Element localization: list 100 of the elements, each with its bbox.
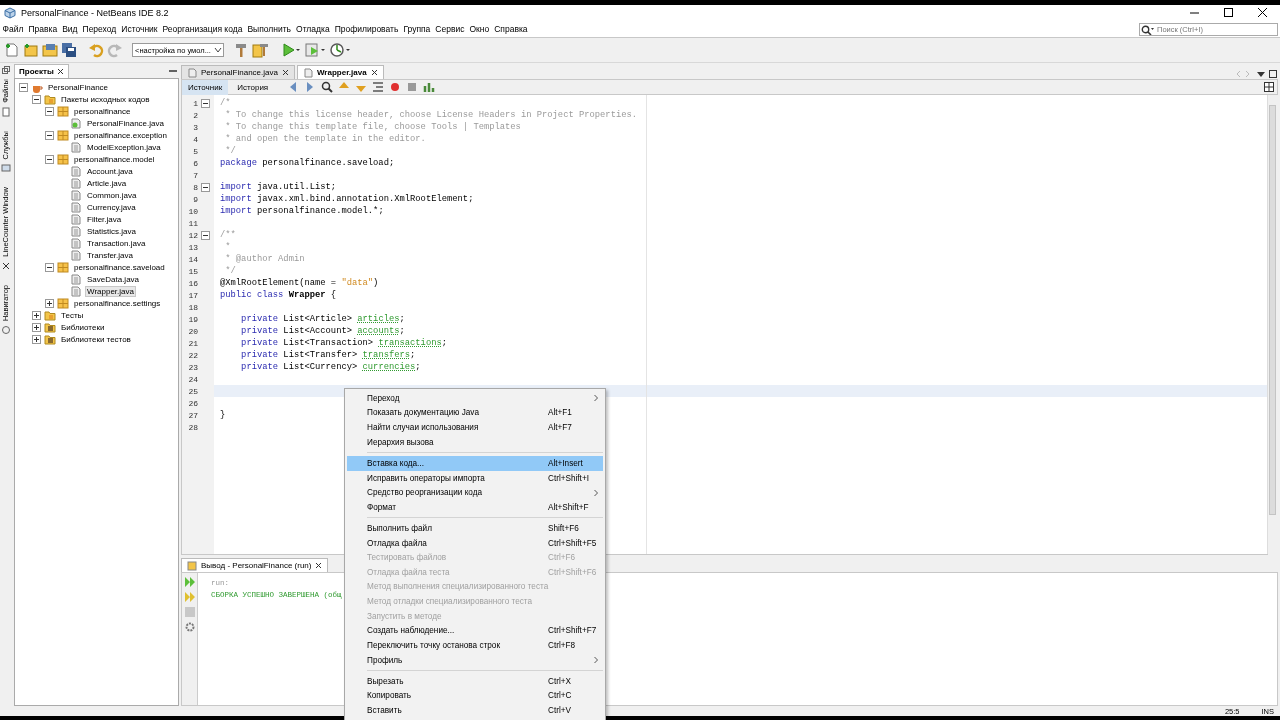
tree-item[interactable]: Transaction.java [85,237,148,249]
editor-tab[interactable]: PersonalFinance.java [181,65,295,79]
menu-item[interactable]: Вставка кода... Alt+Insert [347,456,603,471]
collapse-icon[interactable] [200,98,210,108]
clean-build-icon[interactable] [252,42,270,58]
view-tab[interactable]: История [231,79,275,95]
panel-tab[interactable]: Проекты [14,64,69,78]
menu-item[interactable]: Справка [491,24,531,34]
menu-item[interactable]: Файл [0,24,26,34]
tree-item[interactable]: Transfer.java [85,249,135,261]
tree-item[interactable]: personalfinance.exception [72,129,169,141]
close-icon[interactable] [315,562,323,569]
menu-item[interactable]: Показать документацию Java Alt+F1 [347,405,603,421]
tree-item[interactable]: personalfinance [72,105,133,117]
restore-icon[interactable] [1,65,11,75]
new-project-icon[interactable] [23,42,39,58]
save-all-icon[interactable] [61,42,77,58]
tree-item[interactable]: SaveData.java [85,273,142,285]
tree-item[interactable]: Библиотеки [59,321,107,333]
tree-item[interactable]: Тесты [59,309,86,321]
window-icon[interactable] [1,163,11,174]
collapse-icon[interactable] [45,106,54,116]
menu-item[interactable]: Создать наблюдение... Ctrl+Shift+F7 [347,623,603,639]
code-line: * and open the template in the editor. [224,133,426,145]
file-icon[interactable] [1,106,11,117]
menu-item[interactable]: Окно [466,24,492,34]
menu-item[interactable]: Источник [118,24,161,34]
tree-item[interactable]: Wrapper.java [85,285,136,297]
menu-item[interactable]: Переход [80,24,119,34]
expand-icon[interactable] [45,298,54,308]
java-file-icon [70,177,82,189]
collapse-icon[interactable] [32,94,41,104]
menu-item[interactable]: Вставить Ctrl+V [347,703,603,718]
menu-item[interactable]: Средство реорганизации кода [347,485,603,500]
menu-item[interactable]: Группа [400,24,433,34]
open-project-icon[interactable] [42,42,58,58]
expand-icon[interactable] [32,334,41,344]
package-icon [57,153,69,165]
panel-tab[interactable]: Вывод - PersonalFinance (run) [181,558,329,572]
tree-item[interactable]: ModelException.java [85,141,163,153]
collapse-icon[interactable] [19,82,28,92]
view-tab[interactable]: Источник [182,79,229,95]
menu-item[interactable]: Сервис [432,24,467,34]
collapse-icon[interactable] [200,230,210,240]
search-icon[interactable] [320,80,335,94]
run-icon[interactable] [281,42,301,58]
menu-item[interactable]: Переход [347,391,603,406]
menu-item[interactable]: Переключить точку останова строк Ctrl+F8 [347,638,603,653]
tree-item[interactable]: personalfinance.saveload [72,261,167,273]
split-icon[interactable] [1264,82,1274,92]
menu-item[interactable]: Выполнить файл Shift+F6 [347,521,603,536]
collapse-icon[interactable] [45,154,54,164]
menu-item[interactable]: Отладка [293,24,333,34]
menu-item[interactable]: Исправить операторы импорта Ctrl+Shift+I [347,470,603,486]
tree-item[interactable]: Библиотеки тестов [59,333,133,345]
scrollbar[interactable] [1267,95,1277,554]
maximize-icon[interactable] [1268,69,1278,79]
line-number: 16 [187,278,198,288]
tree-item[interactable]: Currency.java [85,201,138,213]
collapse-icon[interactable] [200,182,210,192]
tree-item[interactable]: personalfinance.settings [72,297,163,309]
menu-item[interactable]: Профилировать [332,24,401,34]
tree-item[interactable]: PersonalFinance.java [85,117,166,129]
menu-item[interactable]: Иерархия вызова [347,434,603,450]
expand-icon[interactable] [32,322,41,332]
close-icon[interactable] [370,69,378,76]
library-icon [44,321,56,333]
menu-item[interactable]: Реорганизация кода [160,24,245,34]
profile-icon[interactable] [329,42,351,58]
menu-item[interactable]: Формат Alt+Shift+F [347,500,603,515]
hammer-icon[interactable] [233,42,249,58]
menu-item[interactable]: Правка [25,24,60,34]
tree-item[interactable]: Filter.java [85,213,124,225]
menu-item[interactable]: Вырезать Ctrl+X [347,674,603,689]
tree-item[interactable]: Account.java [85,165,135,177]
java-file-icon [70,201,82,213]
tree-item[interactable]: personalfinance.model [72,153,157,165]
menu-item[interactable]: Копировать Ctrl+C [347,688,603,704]
bar-chart-icon[interactable] [422,80,437,94]
close-icon[interactable] [281,69,289,76]
collapse-icon[interactable] [45,262,54,272]
expand-icon[interactable] [32,310,41,320]
new-file-icon[interactable] [4,42,20,58]
indent-icon[interactable] [371,80,386,94]
menu-item[interactable]: Вид [59,24,80,34]
menu-item[interactable]: Профиль [347,652,603,668]
tree-item[interactable]: Statistics.java [85,225,138,237]
tree-item[interactable]: PersonalFinance [46,81,111,93]
collapse-icon[interactable] [45,130,54,140]
tree-item[interactable]: Common.java [85,189,139,201]
menu-item[interactable]: Найти случаи использования Alt+F7 [347,420,603,435]
minimize-icon[interactable] [167,67,179,75]
menu-item[interactable]: Отладка файла Ctrl+Shift+F5 [347,535,603,551]
close-icon[interactable] [56,68,64,75]
tree-item[interactable]: Пакеты исходных кодов [59,93,152,105]
menu-item[interactable]: Выполнить [244,24,294,34]
tree-item[interactable]: Article.java [85,177,129,189]
editor-tab[interactable]: Wrapper.java [296,65,384,79]
line-number: 3 [192,122,198,132]
code-line: } [220,409,226,421]
